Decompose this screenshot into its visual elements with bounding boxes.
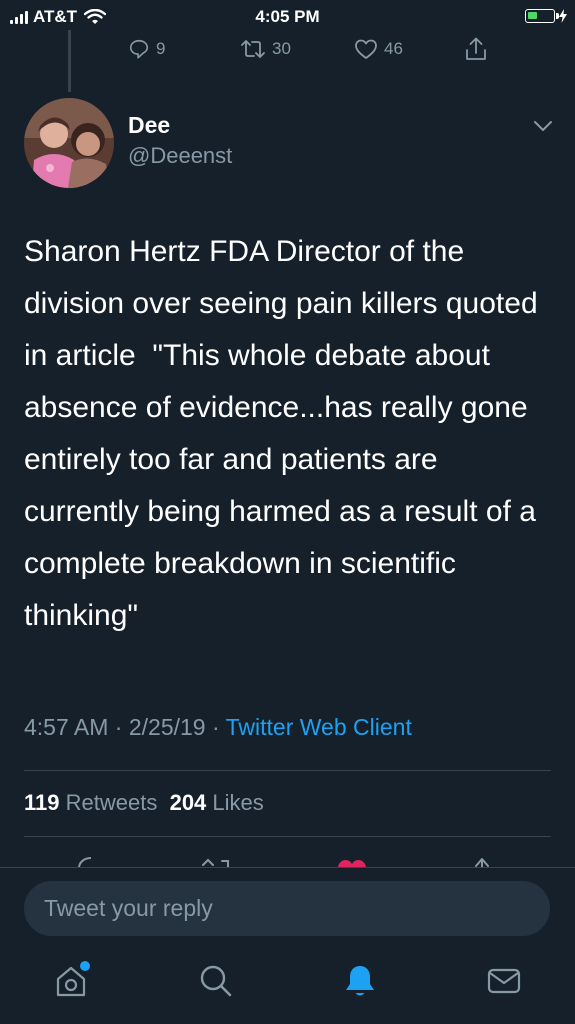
- tweet-meta: 4:57 AM · 2/25/19 · Twitter Web Client: [24, 714, 412, 741]
- reply-icon: [129, 39, 149, 59]
- like-icon: [355, 39, 377, 59]
- charging-bolt-icon: [559, 9, 567, 23]
- new-content-dot: [80, 961, 90, 971]
- retweets-label: Retweets: [65, 790, 158, 815]
- like-button[interactable]: 46: [354, 38, 403, 60]
- status-time: 4:05 PM: [255, 7, 320, 26]
- meta-separator: ·: [114, 714, 123, 740]
- avatar-photo: [24, 98, 114, 188]
- chevron-down-icon[interactable]: [533, 120, 553, 132]
- user-handle[interactable]: @Deeenst: [128, 143, 232, 169]
- retweet-total: 119: [24, 790, 60, 815]
- reply-bar: Tweet your reply: [0, 867, 575, 948]
- avatar[interactable]: [24, 98, 114, 188]
- tweet-time: 4:57 AM: [24, 714, 109, 740]
- reply-input[interactable]: Tweet your reply: [24, 881, 550, 936]
- tweet-text: Sharon Hertz FDA Director of the divisio…: [24, 235, 546, 632]
- battery-icon: [525, 9, 559, 23]
- reply-button[interactable]: 9: [128, 38, 165, 60]
- status-bar: AT&T 4:05 PM: [0, 0, 575, 34]
- search-icon[interactable]: [199, 963, 233, 999]
- display-name[interactable]: Dee: [128, 112, 170, 139]
- tweet-actions: [0, 840, 575, 868]
- reply-count: 9: [156, 39, 166, 58]
- tweet-client-link[interactable]: Twitter Web Client: [226, 714, 412, 740]
- tweet-date: 2/25/19: [128, 714, 206, 740]
- share-button[interactable]: [464, 36, 488, 62]
- tweet-stats: 119 Retweets 204 Likes: [24, 790, 264, 816]
- likes-label: Likes: [212, 790, 264, 815]
- previous-tweet-actions: 9 30 46: [0, 34, 575, 68]
- retweets-stat[interactable]: 119 Retweets: [24, 790, 157, 815]
- retweet-icon: [241, 40, 265, 58]
- meta-separator: ·: [211, 714, 220, 740]
- retweet-count: 30: [272, 39, 291, 58]
- notifications-icon[interactable]: [344, 963, 376, 999]
- share-icon: [466, 37, 486, 60]
- divider: [24, 770, 551, 771]
- likes-stat[interactable]: 204 Likes: [170, 790, 264, 815]
- like-total: 204: [169, 790, 207, 815]
- like-count: 46: [384, 39, 403, 58]
- tab-bar: [0, 947, 575, 1024]
- retweet-button[interactable]: 30: [240, 38, 291, 60]
- divider: [24, 836, 551, 837]
- messages-icon[interactable]: [487, 963, 521, 999]
